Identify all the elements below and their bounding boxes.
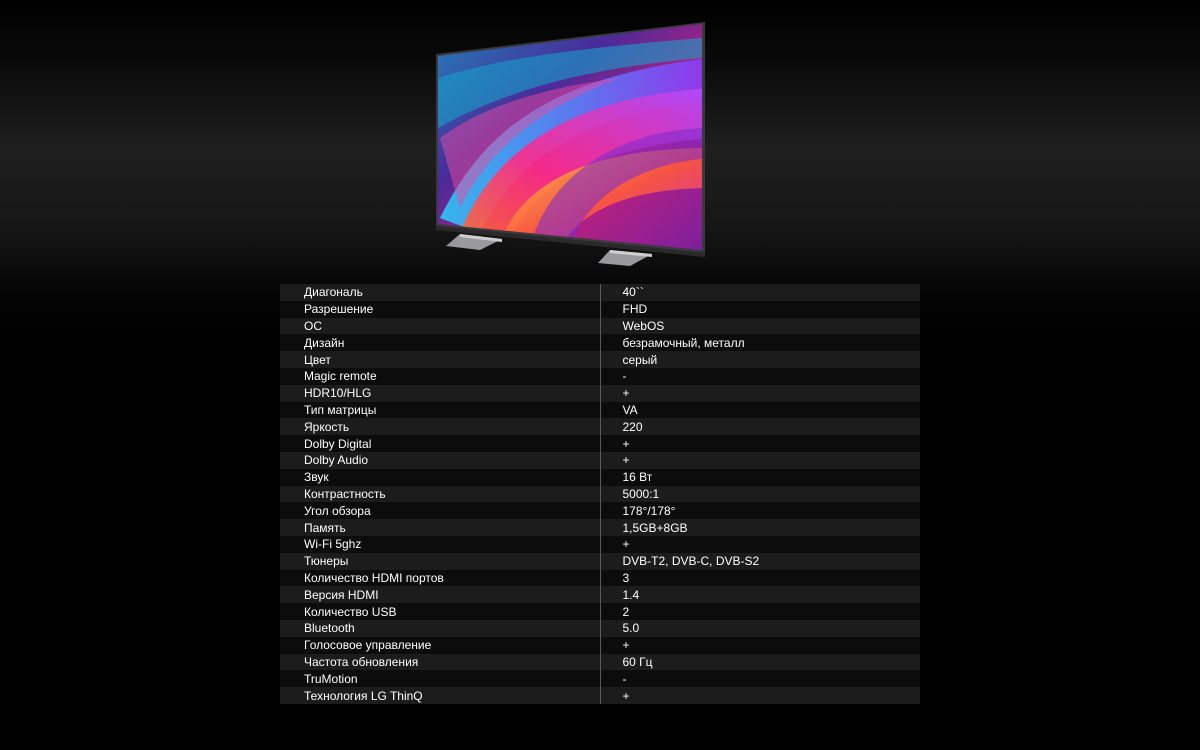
spec-label: Количество USB <box>280 603 600 620</box>
spec-label: Dolby Digital <box>280 435 600 452</box>
spec-label: Дизайн <box>280 334 600 352</box>
spec-value: 5000:1 <box>599 485 920 503</box>
spec-value: 5.0 <box>599 619 920 637</box>
spec-value: + <box>599 451 920 469</box>
spec-row: Дизайн безрамочный, металл <box>280 334 920 352</box>
spec-value: 60 Гц <box>599 653 920 671</box>
spec-label: Количество HDMI портов <box>280 569 600 587</box>
spec-row: Разрешение FHD <box>280 300 920 318</box>
spec-label: HDR10/HLG <box>280 384 600 402</box>
spec-row: Bluetooth 5.0 <box>280 619 920 637</box>
spec-value: + <box>599 435 920 452</box>
spec-value: - <box>599 367 920 385</box>
spec-label: Контрастность <box>280 485 600 503</box>
spec-label: Технология LG ThinQ <box>280 687 600 704</box>
spec-value: WebOS <box>599 317 920 335</box>
spec-row: Память 1,5GB+8GB <box>280 519 920 536</box>
spec-value: 178°/178° <box>599 502 920 520</box>
spec-row: Диагональ 40`` <box>280 284 920 301</box>
spec-value: + <box>599 535 920 553</box>
spec-row: Версия HDMI 1.4 <box>280 586 920 604</box>
spec-value: DVB-T2, DVB-C, DVB-S2 <box>599 552 920 570</box>
spec-label: ОС <box>280 317 600 335</box>
spec-row: TruMotion - <box>280 670 920 688</box>
spec-row: Wi-Fi 5ghz + <box>280 535 920 553</box>
spec-row: Звук 16 Вт <box>280 468 920 486</box>
spec-label: Bluetooth <box>280 619 600 637</box>
spec-row: Яркость 220 <box>280 418 920 436</box>
spec-row: Количество HDMI портов 3 <box>280 569 920 587</box>
spec-label: Wi-Fi 5ghz <box>280 535 600 553</box>
spec-value: 220 <box>599 418 920 436</box>
spec-row: HDR10/HLG + <box>280 384 920 402</box>
spec-value: VA <box>599 401 920 419</box>
spec-row: Dolby Digital + <box>280 435 920 452</box>
spec-value: FHD <box>599 300 920 318</box>
spec-value: 2 <box>599 603 920 620</box>
spec-value: безрамочный, металл <box>599 334 920 352</box>
spec-value: - <box>599 670 920 688</box>
spec-label: Угол обзора <box>280 502 600 520</box>
spec-row: Количество USB 2 <box>280 603 920 620</box>
spec-row: Технология LG ThinQ + <box>280 687 920 704</box>
spec-label: Разрешение <box>280 300 600 318</box>
spec-label: TruMotion <box>280 670 600 688</box>
spec-value: + <box>599 636 920 654</box>
spec-label: Звук <box>280 468 600 486</box>
spec-row: Тип матрицы VA <box>280 401 920 419</box>
spec-label: Версия HDMI <box>280 586 600 604</box>
tv-product-image <box>420 18 720 278</box>
spec-label: Диагональ <box>280 284 600 301</box>
spec-label: Голосовое управление <box>280 636 600 654</box>
spec-table: Диагональ 40`` Разрешение FHD ОС WebOS Дизайн б… <box>280 284 920 704</box>
spec-value: 40`` <box>599 284 920 301</box>
spec-label: Magic remote <box>280 367 600 385</box>
spec-value: 3 <box>599 569 920 587</box>
spec-row: Голосовое управление + <box>280 636 920 654</box>
spec-row: Угол обзора 178°/178° <box>280 502 920 520</box>
spec-row: Тюнеры DVB-T2, DVB-C, DVB-S2 <box>280 552 920 570</box>
spec-row: Цвет серый <box>280 351 920 368</box>
spec-row: ОС WebOS <box>280 317 920 335</box>
spec-value: + <box>599 384 920 402</box>
tv-illustration <box>436 22 705 266</box>
spec-label: Память <box>280 519 600 536</box>
spec-label: Яркость <box>280 418 600 436</box>
spec-label: Тип матрицы <box>280 401 600 419</box>
spec-label: Цвет <box>280 351 600 368</box>
spec-value: 1,5GB+8GB <box>599 519 920 536</box>
spec-label: Тюнеры <box>280 552 600 570</box>
spec-value: 1.4 <box>599 586 920 604</box>
spec-value: серый <box>599 351 920 368</box>
spec-row: Dolby Audio + <box>280 451 920 469</box>
spec-value: 16 Вт <box>599 468 920 486</box>
spec-row: Контрастность 5000:1 <box>280 485 920 503</box>
spec-label: Dolby Audio <box>280 451 600 469</box>
spec-label: Частота обновления <box>280 653 600 671</box>
spec-row: Частота обновления 60 Гц <box>280 653 920 671</box>
spec-row: Magic remote - <box>280 367 920 385</box>
spec-value: + <box>599 687 920 704</box>
product-spec-page: Диагональ 40`` Разрешение FHD ОС WebOS Дизайн б… <box>0 0 1200 750</box>
